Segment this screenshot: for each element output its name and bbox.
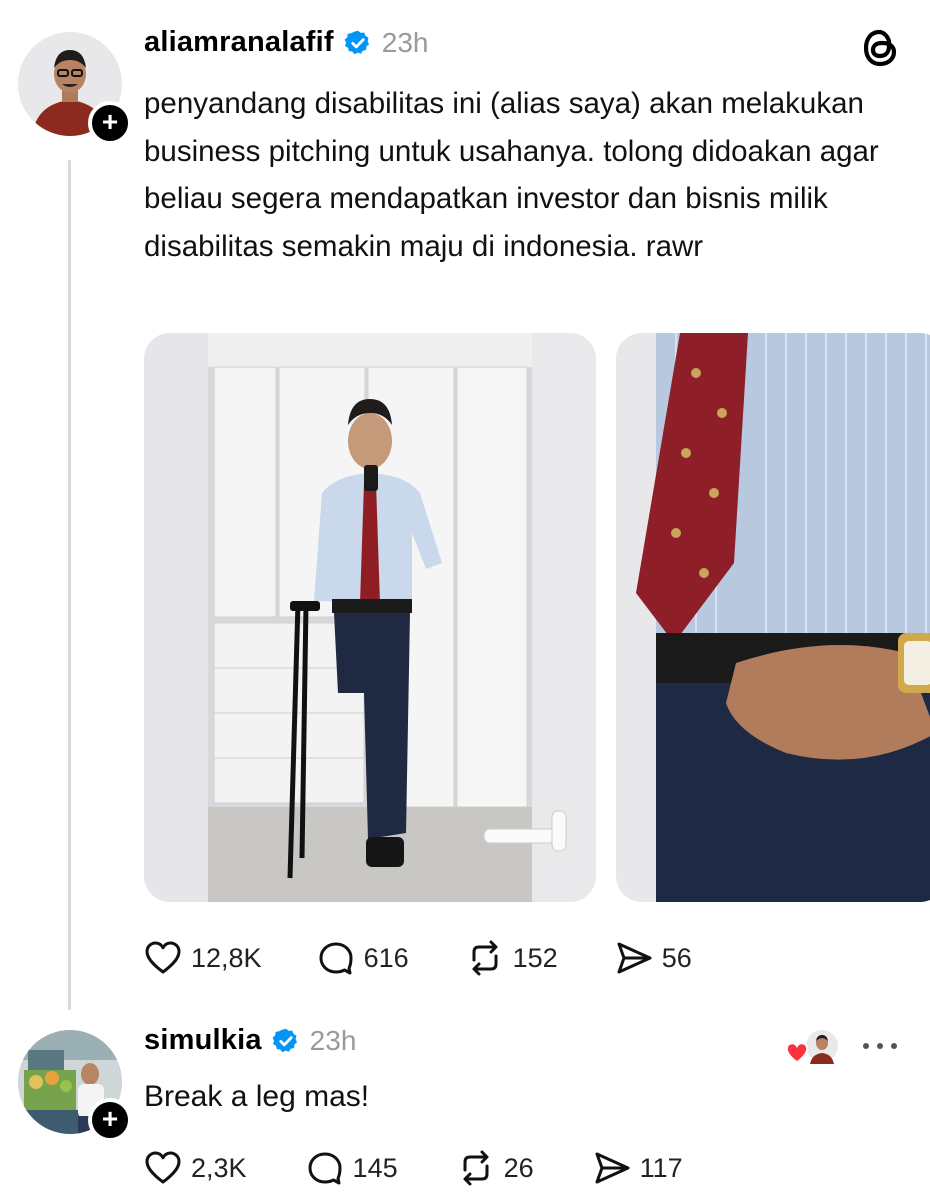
reply-count: 616 [363, 942, 409, 973]
send-icon [617, 942, 652, 974]
post-image-1[interactable] [144, 333, 596, 902]
comment-icon [319, 942, 353, 975]
follow-plus-icon[interactable]: + [88, 101, 132, 145]
liked-by-author-icon [786, 1028, 840, 1064]
reply-username[interactable]: simulkia [144, 1024, 262, 1057]
verified-badge-icon [272, 1028, 297, 1052]
post-body-text: penyandang disabilitas ini (alias saya) … [144, 87, 879, 263]
reply-timestamp: 23h [309, 1024, 357, 1056]
like-count: 2,3K [191, 1152, 247, 1183]
share-count: 56 [661, 942, 692, 973]
share-count: 117 [639, 1152, 683, 1183]
share-button[interactable]: 117 [592, 1148, 683, 1188]
reply-action-bar: 2,3K 145 26 117 [143, 1148, 683, 1188]
follow-plus-icon[interactable]: + [88, 1098, 132, 1142]
post-username[interactable]: aliamranalafif [144, 26, 334, 59]
threads-logo-icon[interactable] [862, 28, 900, 68]
repost-button[interactable]: 152 [465, 938, 558, 978]
more-options-icon[interactable] [858, 1030, 902, 1062]
post-timestamp: 23h [381, 26, 429, 58]
repost-icon [463, 1150, 489, 1186]
verified-badge-icon [344, 30, 369, 54]
repost-icon [472, 940, 498, 976]
like-count: 12,8K [191, 942, 262, 973]
send-icon [595, 1152, 630, 1184]
repost-count: 152 [512, 942, 558, 973]
like-button[interactable]: 12,8K [143, 938, 262, 978]
comment-icon [308, 1152, 342, 1185]
like-button[interactable]: 2,3K [143, 1148, 247, 1188]
thread-line [68, 160, 71, 1010]
reply-body-text: Break a leg mas! [144, 1080, 370, 1113]
heart-icon [145, 941, 181, 974]
reply-count: 145 [352, 1152, 398, 1183]
post-action-bar: 12,8K 616 152 56 [143, 938, 692, 978]
heart-icon [145, 1151, 181, 1184]
repost-count: 26 [503, 1152, 534, 1183]
repost-button[interactable]: 26 [456, 1148, 534, 1188]
share-button[interactable]: 56 [614, 938, 692, 978]
reply-button[interactable]: 145 [305, 1148, 398, 1188]
post-image-2[interactable] [616, 333, 930, 902]
reply-button[interactable]: 616 [316, 938, 409, 978]
